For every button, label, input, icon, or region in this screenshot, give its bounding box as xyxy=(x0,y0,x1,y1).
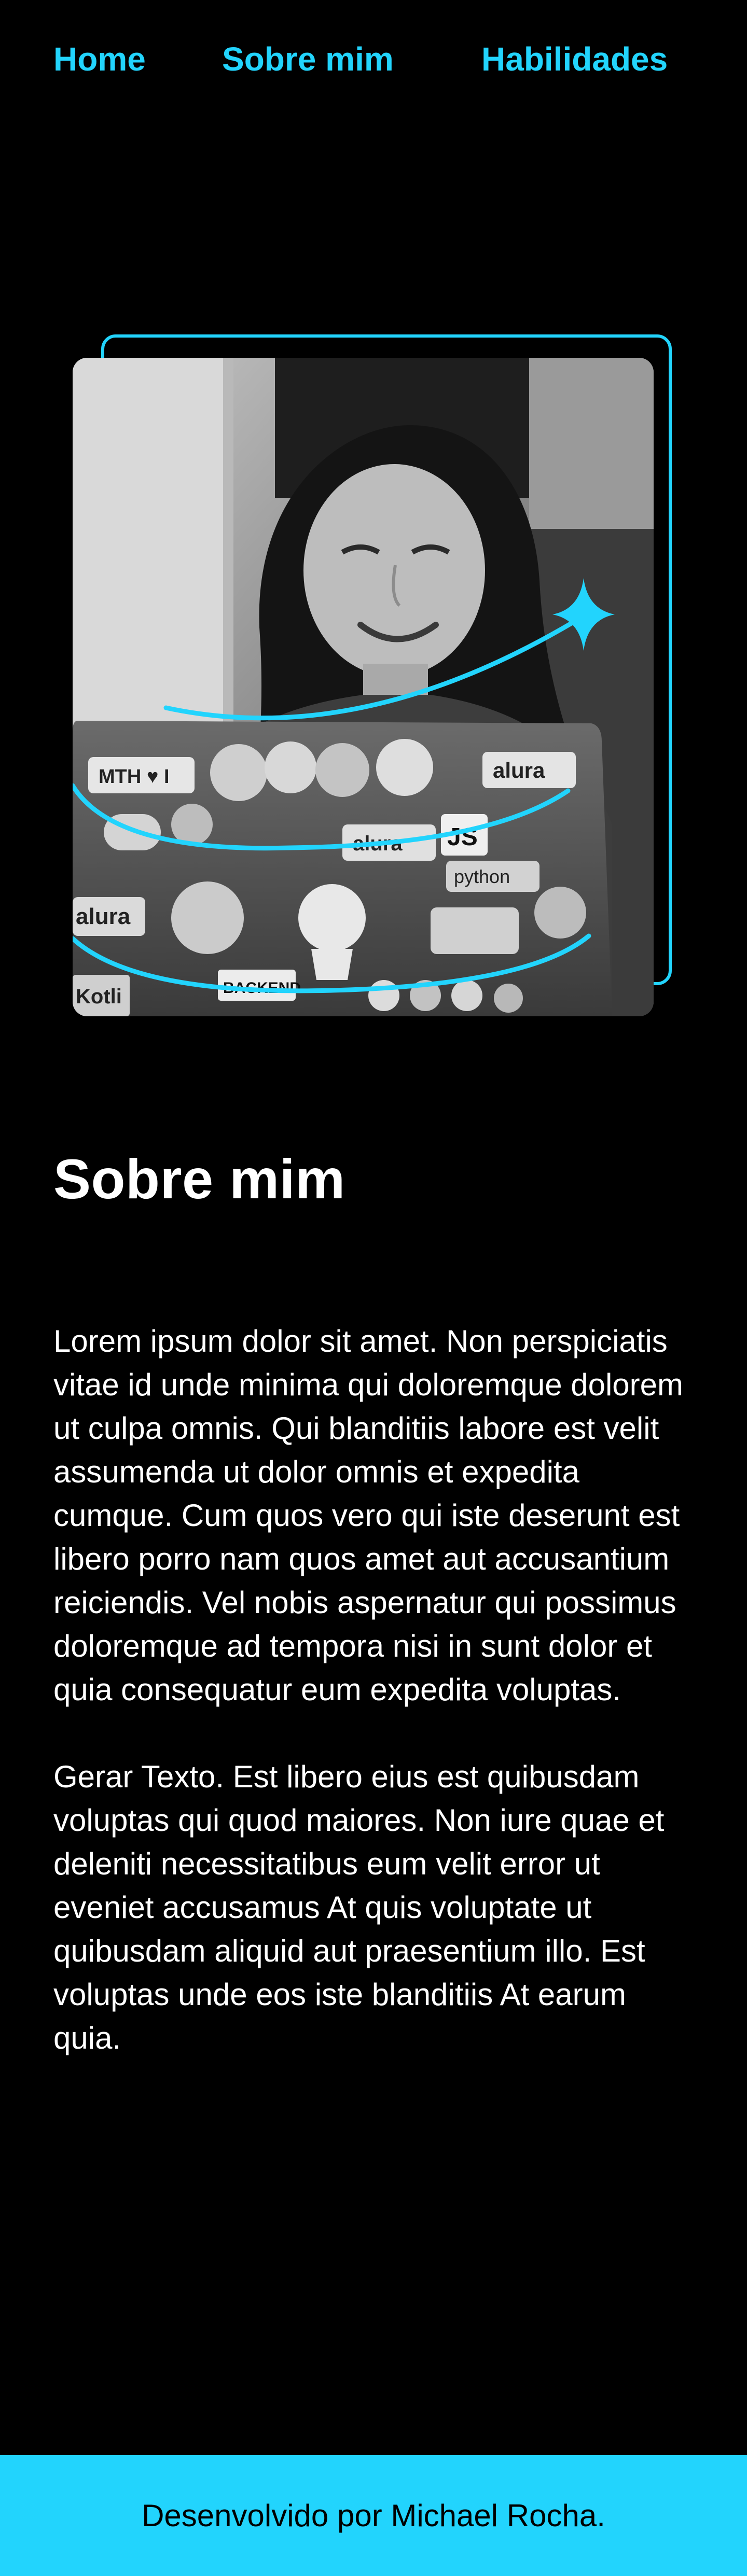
about-description: Lorem ipsum dolor sit amet. Non perspici… xyxy=(53,1320,697,2060)
hero-section: MTH ♥ I alura alura JS python alura BACK… xyxy=(73,334,677,1019)
nav-link-home[interactable]: Home xyxy=(53,40,146,78)
svg-text:python: python xyxy=(454,866,510,887)
footer-credit: Desenvolvido por Michael Rocha. xyxy=(142,2498,605,2533)
nav-link-skills[interactable]: Habilidades xyxy=(481,40,668,78)
top-navigation: Home Sobre mim Habilidades xyxy=(0,0,747,119)
about-paragraph: Gerar Texto. Est libero eius est quibusd… xyxy=(53,1759,665,2055)
svg-text:alura: alura xyxy=(493,758,545,782)
svg-text:JS: JS xyxy=(447,823,478,851)
about-paragraph: Lorem ipsum dolor sit amet. Non perspici… xyxy=(53,1324,684,1707)
svg-text:Kotli: Kotli xyxy=(76,985,122,1008)
about-title: Sobre mim xyxy=(53,1147,345,1210)
footer: Desenvolvido por Michael Rocha. xyxy=(0,2455,747,2576)
svg-text:alura: alura xyxy=(76,904,131,929)
profile-photo: MTH ♥ I alura alura JS python alura BACK… xyxy=(73,358,654,1016)
svg-text:alura: alura xyxy=(353,832,403,855)
nav-link-about[interactable]: Sobre mim xyxy=(222,40,394,78)
profile-photo-illustration: MTH ♥ I alura alura JS python alura BACK… xyxy=(73,358,654,1016)
svg-text:BACKEND: BACKEND xyxy=(223,979,301,997)
svg-text:MTH ♥ I: MTH ♥ I xyxy=(99,766,170,788)
